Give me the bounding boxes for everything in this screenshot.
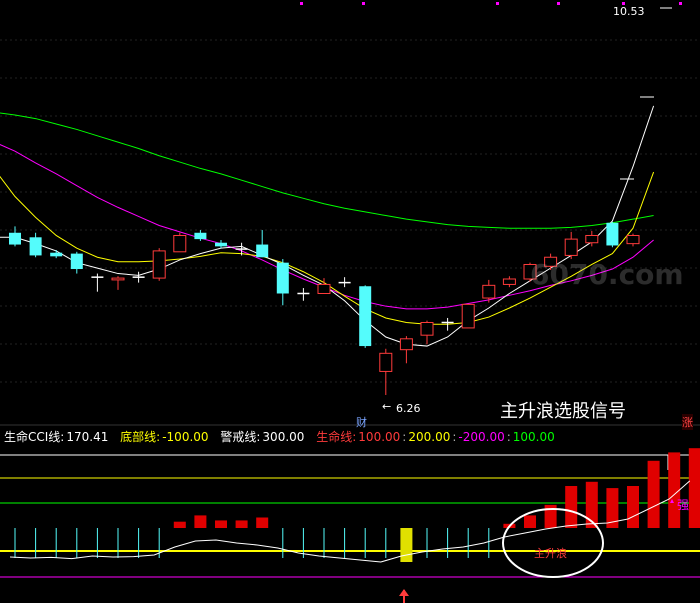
candle-body [317, 283, 331, 294]
candle-body [585, 234, 599, 244]
life-line-value-3: -200.00 [458, 430, 505, 444]
watermark: 6070.com [530, 258, 684, 291]
bottom-line-value: -100.00 [162, 430, 209, 444]
warning-line-label: 警戒线: [220, 430, 261, 444]
candle-body [29, 237, 42, 256]
cci-bar [256, 517, 269, 528]
cci-bar [215, 520, 227, 528]
candle-body [420, 321, 434, 336]
warning-line-value: 300.00 [262, 430, 305, 444]
signal-arrow-head [399, 589, 409, 596]
cci-bar [524, 515, 536, 528]
candle-body [173, 234, 187, 253]
life-line-value-4: 100.00 [512, 430, 555, 444]
low-price-label: 6.26 [396, 402, 421, 415]
cci-bar [173, 521, 186, 528]
indicator-name: 生命CCI线: [4, 430, 65, 444]
candle-body [50, 252, 63, 257]
candle-body [626, 234, 640, 245]
indicator-value: 170.41 [66, 430, 109, 444]
cci-bar [565, 486, 578, 528]
candle-body [215, 242, 227, 247]
candle-body [482, 284, 496, 299]
wave-label: 主升浪 [534, 547, 567, 560]
cci-bar [194, 515, 207, 528]
candle-body [276, 262, 289, 294]
life-line-value-1: 100.00 [358, 430, 401, 444]
top-marker [496, 2, 499, 5]
top-marker [557, 2, 560, 5]
candle-body [194, 232, 207, 240]
candle-body [606, 222, 619, 246]
candle-body [379, 352, 393, 372]
candle-body [152, 250, 166, 279]
bottom-line-label: 底部线: [120, 430, 161, 444]
ma60-line [0, 112, 654, 229]
signal-title: 主升浪选股信号 [500, 401, 626, 422]
cci-bar [688, 448, 700, 528]
strong-label: 强 [677, 498, 690, 512]
candle-body [111, 277, 125, 281]
ma5-line [0, 105, 655, 347]
top-marker [300, 2, 303, 5]
ma10-line [0, 171, 655, 325]
cci-bar [627, 486, 639, 528]
candle-body [70, 253, 83, 270]
candle-body [256, 244, 269, 258]
top-marker [362, 2, 365, 5]
cci-bar [647, 460, 660, 528]
candle-body [461, 303, 475, 329]
high-price-label: 10.53 [613, 5, 645, 18]
indicator-legend: 生命CCI线: 170.41 底部线: -100.00 警戒线: 300.00 生命线… [4, 430, 555, 444]
cci-bar [668, 452, 681, 528]
life-line-value-2: 200.00 [408, 430, 451, 444]
candle-body [564, 238, 578, 256]
low-arrow-icon: ← [382, 400, 392, 413]
candle-body [399, 338, 413, 351]
cci-bar [235, 520, 248, 528]
candle-body [502, 278, 516, 285]
price-chart [0, 2, 700, 603]
top-marker [679, 2, 682, 5]
life-line-label: 生命线: [316, 430, 357, 444]
candle-body [359, 286, 372, 347]
cci-bar [400, 528, 413, 562]
candle-body [9, 232, 21, 245]
